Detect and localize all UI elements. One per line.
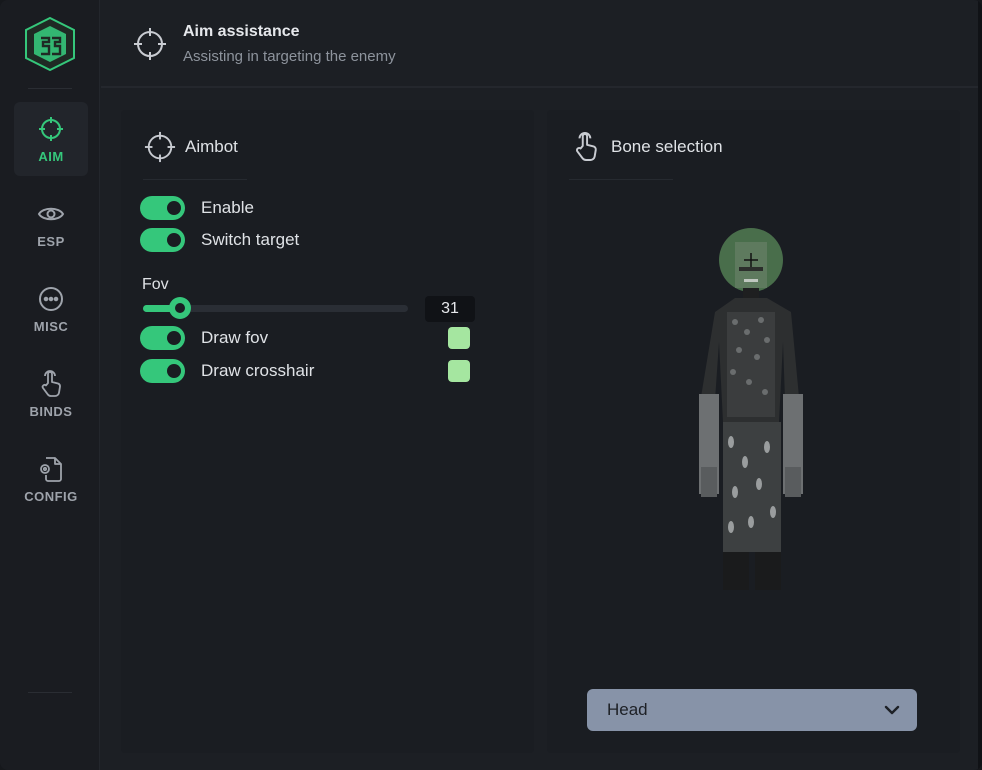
bone-selection-panel: Bone selection Head (547, 110, 960, 753)
sidebar-divider (28, 692, 72, 693)
fov-label: Fov (142, 276, 169, 293)
enable-label: Enable (201, 198, 254, 217)
character-model[interactable] (687, 222, 817, 597)
window-edge (978, 0, 982, 770)
page-header: Aim assistance Assisting in targeting th… (101, 0, 982, 88)
sidebar-item-esp[interactable]: ESP (14, 187, 88, 261)
panel-title: Aimbot (185, 137, 238, 156)
panel-title: Bone selection (611, 137, 723, 156)
sidebar-item-label: AIM (38, 148, 64, 164)
sidebar: AIM ESP MISC BINDS CONFIG (0, 0, 100, 770)
dots-icon (37, 285, 65, 313)
eye-icon (37, 200, 65, 228)
pointer-hand-icon (37, 369, 65, 398)
config-file-icon (37, 455, 65, 483)
chevron-down-icon (884, 705, 900, 715)
panel-divider (569, 179, 673, 180)
sidebar-item-aim[interactable]: AIM (14, 102, 88, 176)
panel-divider (143, 179, 247, 180)
bone-select-value: Head (607, 700, 648, 719)
switch-target-label: Switch target (201, 230, 300, 249)
bone-select-dropdown[interactable]: Head (587, 689, 917, 731)
sidebar-item-misc[interactable]: MISC (14, 272, 88, 346)
toggle-knob (167, 331, 181, 345)
enable-row: Enable (140, 195, 254, 221)
sidebar-item-binds[interactable]: BINDS (14, 357, 88, 431)
toggle-knob (167, 201, 181, 215)
sidebar-divider (28, 88, 72, 89)
fov-slider-thumb[interactable] (169, 297, 191, 319)
draw-fov-label: Draw fov (201, 328, 269, 347)
toggle-knob (167, 364, 181, 378)
aimbot-header: Aimbot (143, 130, 238, 164)
app-window: AIM ESP MISC BINDS CONFIG Aim assistance… (0, 0, 982, 770)
switch-target-toggle[interactable] (140, 228, 185, 252)
pointer-hand-icon (569, 130, 603, 164)
fov-slider[interactable] (143, 297, 408, 319)
fov-value-field[interactable]: 31 (425, 296, 475, 322)
sidebar-item-label: ESP (37, 233, 65, 249)
sidebar-item-label: MISC (33, 318, 69, 334)
draw-fov-row: Draw fov (140, 325, 268, 351)
page-subtitle: Assisting in targeting the enemy (183, 48, 396, 65)
toggle-knob (167, 233, 181, 247)
bone-selection-header: Bone selection (569, 130, 723, 164)
draw-fov-toggle[interactable] (140, 326, 185, 350)
page-title: Aim assistance (183, 23, 300, 40)
draw-fov-color-swatch[interactable] (448, 327, 470, 349)
sidebar-item-label: CONFIG (24, 488, 78, 504)
enable-toggle[interactable] (140, 196, 185, 220)
switch-target-row: Switch target (140, 227, 299, 253)
sidebar-item-config[interactable]: CONFIG (14, 442, 88, 516)
app-logo (24, 16, 76, 72)
draw-crosshair-label: Draw crosshair (201, 361, 315, 380)
crosshair-icon (133, 27, 167, 61)
crosshair-icon (37, 115, 65, 143)
draw-crosshair-row: Draw crosshair (140, 358, 314, 384)
draw-crosshair-toggle[interactable] (140, 359, 185, 383)
aimbot-panel: Aimbot Enable Switch target Fov 31 Draw … (121, 110, 534, 753)
sidebar-item-label: BINDS (29, 403, 73, 419)
crosshair-icon (143, 130, 177, 164)
draw-crosshair-color-swatch[interactable] (448, 360, 470, 382)
